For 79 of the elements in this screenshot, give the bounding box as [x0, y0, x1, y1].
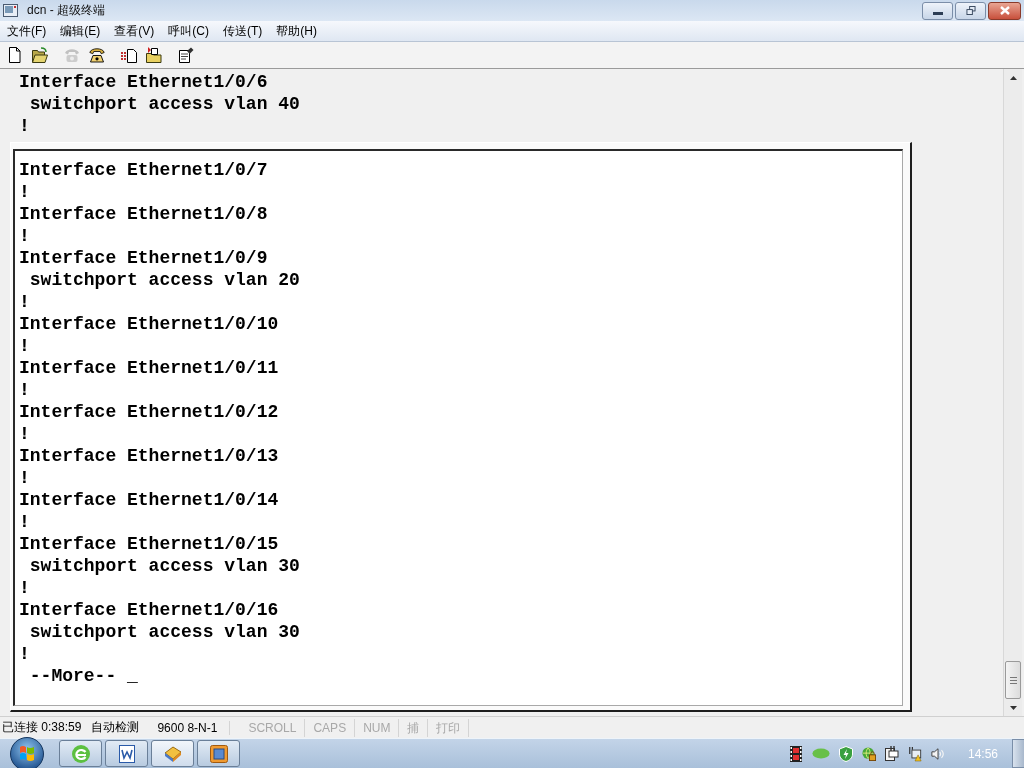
restore-button[interactable] — [955, 1, 986, 20]
globe-lock-icon[interactable] — [861, 745, 876, 762]
menu-item[interactable]: 查看(V) — [107, 21, 162, 41]
restore-icon — [965, 6, 976, 15]
terminal-line: ! — [19, 291, 31, 313]
status-text: 已连接 0:38:59 — [1, 719, 83, 736]
properties-icon — [178, 47, 194, 63]
terminal-line: switchport access vlan 30 — [28, 621, 301, 643]
start-button[interactable] — [9, 738, 45, 768]
network-warning-icon[interactable] — [907, 745, 922, 762]
terminal-icon — [3, 4, 18, 17]
status-indicator: CAPS — [305, 718, 356, 737]
scrollbar[interactable] — [1003, 69, 1022, 716]
grip-icon — [1009, 676, 1017, 684]
terminal-line: ! — [19, 335, 31, 357]
terminal-line: Interface Ethernet1/0/6 — [18, 71, 269, 93]
status-indicator: 捕 — [399, 718, 429, 737]
document-icon — [7, 47, 23, 63]
taskbar-button[interactable] — [59, 740, 102, 767]
taskbar-button[interactable] — [151, 740, 194, 767]
terminal-line: ! — [19, 511, 31, 533]
window-title: dcn - 超级终端 — [27, 2, 105, 19]
terminal-line: ! — [19, 577, 31, 599]
speaker-icon[interactable] — [930, 745, 945, 762]
terminal-line: ! — [18, 115, 31, 137]
terminal-line: switchport access vlan 40 — [28, 93, 301, 115]
status-text: 自动检测 — [90, 719, 141, 736]
close-icon — [999, 6, 1010, 15]
terminal-line: Interface Ethernet1/0/14 — [19, 489, 280, 511]
film-strip-icon[interactable] — [788, 745, 803, 762]
send-file-icon — [121, 47, 137, 63]
terminal-line: ! — [19, 225, 31, 247]
terminal-line: ! — [19, 379, 31, 401]
terminal-line: Interface Ethernet1/0/16 — [19, 599, 280, 621]
receive-file-icon — [146, 47, 162, 63]
toolbar-button[interactable] — [143, 44, 165, 66]
terminal-line: Interface Ethernet1/0/8 — [19, 203, 269, 225]
minimize-button[interactable] — [922, 1, 953, 20]
caret-down-icon — [1009, 705, 1017, 710]
terminal-line: ! — [19, 181, 31, 203]
window-icon — [208, 743, 229, 764]
scroll-thumb[interactable] — [1005, 661, 1021, 699]
status-indicator: 打印 — [428, 718, 470, 737]
close-button[interactable] — [988, 1, 1021, 20]
shield-icon[interactable] — [838, 745, 853, 762]
folder-open-icon — [32, 47, 48, 63]
terminal-line: ! — [19, 423, 31, 445]
terminal-line: Interface Ethernet1/0/15 — [19, 533, 280, 555]
status-indicator: NUM — [355, 718, 400, 737]
menu-item[interactable]: 文件(F) — [0, 21, 54, 41]
minimize-icon — [932, 11, 943, 15]
phone-icon — [64, 47, 80, 63]
terminal-line: Interface Ethernet1/0/7 — [19, 159, 269, 181]
taskbar-button[interactable] — [105, 740, 148, 767]
terminal-line: switchport access vlan 20 — [28, 269, 301, 291]
terminal-line: Interface Ethernet1/0/9 — [19, 247, 269, 269]
telephone-icon — [89, 47, 105, 63]
menu-item[interactable]: 呼叫(C) — [161, 21, 216, 41]
document-icon — [116, 743, 137, 764]
menu-item[interactable]: 传送(T) — [216, 21, 270, 41]
menu-item[interactable]: 编辑(E) — [53, 21, 108, 41]
taskbar-button[interactable] — [197, 740, 240, 767]
terminal-line: ! — [19, 467, 31, 489]
menu-item[interactable]: 帮助(H) — [269, 21, 324, 41]
status-text: 9600 8-N-1 — [155, 720, 231, 735]
status-indicator: SCROLL — [240, 718, 306, 737]
terminal-line: Interface Ethernet1/0/13 — [19, 445, 280, 467]
terminal-line: ! — [19, 643, 31, 665]
terminal-line: Interface Ethernet1/0/12 — [19, 401, 280, 423]
toolbar-button[interactable] — [29, 44, 51, 66]
plug-icon[interactable] — [884, 745, 899, 762]
terminal-line: switchport access vlan 30 — [28, 555, 301, 577]
terminal-line: Interface Ethernet1/0/11 — [19, 357, 280, 379]
terminal-line: Interface Ethernet1/0/10 — [19, 313, 280, 335]
ring-icon — [70, 743, 91, 764]
orb-icon — [10, 736, 44, 768]
caret-up-icon — [1009, 75, 1017, 80]
terminal-line: --More-- _ — [28, 665, 139, 687]
clock-text: 14:56 — [967, 746, 998, 761]
